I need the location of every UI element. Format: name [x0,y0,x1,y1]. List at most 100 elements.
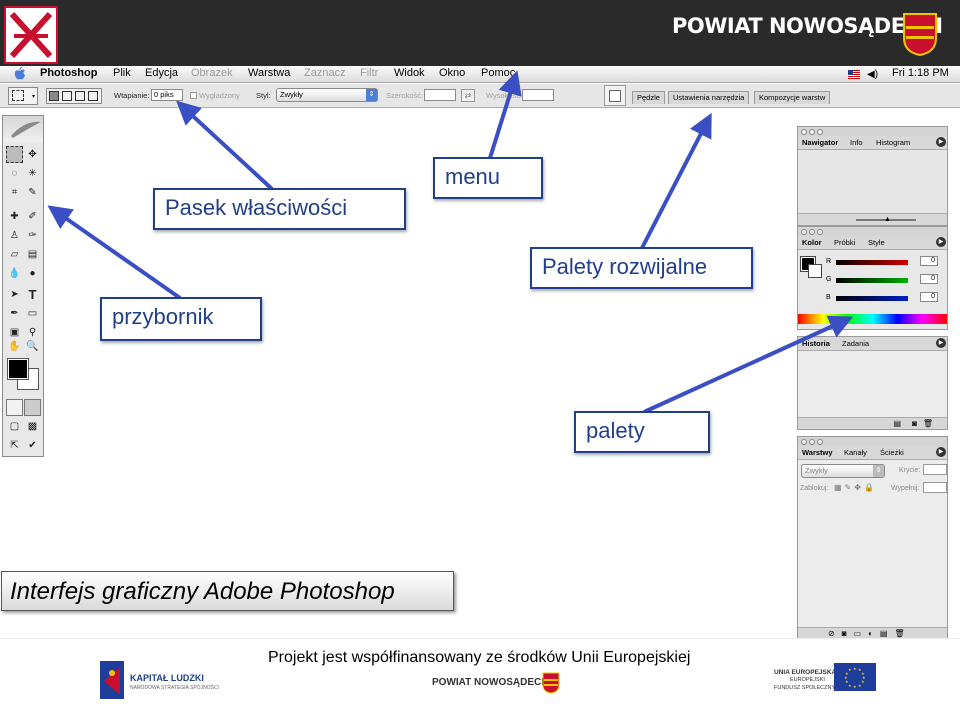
style-select[interactable]: Zwykły ⇕ [276,88,378,102]
channel-r-slider[interactable] [836,260,908,265]
palette-well-icon[interactable] [604,85,626,106]
screen-mode-icon[interactable]: ▢ [6,418,23,435]
type-tool-icon[interactable]: T [24,286,41,303]
eraser-icon[interactable]: ▱ [6,246,23,263]
gradient-icon[interactable]: ▤ [24,246,41,263]
color-spectrum-bar[interactable] [798,314,947,324]
clone-stamp-icon[interactable]: ♙ [6,227,23,244]
zoom-tool-icon[interactable]: 🔍 [24,338,41,355]
tab-kompozycje-warstw[interactable]: Kompozycje warstw [754,91,831,104]
zoom-slider[interactable]: ▲ [798,213,947,225]
tab-nawigator[interactable]: Nawigator [802,138,838,147]
channel-g-label: G [826,276,832,283]
menu-clock[interactable]: Fri 1:18 PM [892,67,949,79]
opacity-input[interactable] [923,464,947,475]
menu-photoshop[interactable]: Photoshop [40,67,97,79]
menu-plik[interactable]: Plik [113,67,131,79]
quickmask-mode-icon[interactable] [24,399,41,416]
tab-sciezki[interactable]: Ścieżki [880,448,904,457]
pen-tool-icon[interactable]: ✒ [6,305,23,322]
standard-mode-icon[interactable] [6,399,23,416]
palette-menu-icon[interactable]: ▶ [936,137,946,147]
healing-brush-icon[interactable]: ✚ [6,208,23,225]
lock-icons[interactable]: ▦✎✥🔒 [834,483,877,492]
magic-wand-icon[interactable]: ✳ [24,165,41,182]
width-input[interactable] [424,89,456,101]
antialias-label: Wygładzony [199,91,240,100]
menu-zaznacz[interactable]: Zaznacz [304,67,346,79]
channel-r-input[interactable]: 0 [920,256,938,266]
fill-input[interactable] [923,482,947,493]
selection-mode-buttons[interactable] [46,88,102,104]
antialias-checkbox[interactable] [190,92,197,99]
tab-info[interactable]: Info [850,138,863,147]
palette-titlebar[interactable] [798,437,947,446]
style-label: Styl: [256,91,271,100]
menu-widok[interactable]: Widok [394,67,425,79]
layer-action-icons[interactable]: ⊘◙▭◐▤🗑 [828,629,912,638]
tab-probki[interactable]: Próbki [834,238,855,247]
move-tool-icon[interactable]: ✥ [24,146,41,163]
feather-input[interactable]: 0 piks [151,89,183,101]
tab-pedzle[interactable]: Pędzle [632,91,665,104]
history-brush-icon[interactable]: ✑ [24,227,41,244]
menu-warstwa[interactable]: Warstwa [248,67,290,79]
tab-warstwy[interactable]: Warstwy [802,448,833,457]
school-logo [4,6,58,64]
palette-menu-icon[interactable]: ▶ [936,447,946,457]
svg-text:★: ★ [861,679,865,684]
crest-icon [542,672,560,694]
dodge-tool-icon[interactable]: ● [24,265,41,282]
apple-icon[interactable] [14,67,26,81]
blur-tool-icon[interactable]: 💧 [6,265,23,282]
tab-ustawienia-narzedzia[interactable]: Ustawienia narzędzia [668,91,750,104]
foreground-color-swatch[interactable] [7,358,29,380]
marquee-tool-icon[interactable] [6,146,23,163]
palette-titlebar[interactable] [798,227,947,236]
menu-edycja[interactable]: Edycja [145,67,178,79]
speaker-icon[interactable]: ◀) [867,69,878,80]
palette-menu-icon[interactable]: ▶ [936,338,946,348]
trash-icon[interactable]: 🗑 [923,419,933,428]
channel-g-slider[interactable] [836,278,908,283]
ue-label-1: UNIA EUROPEJSKA [774,669,837,676]
path-select-icon[interactable]: ➤ [6,286,23,303]
brush-tool-icon[interactable]: ✐ [24,208,41,225]
jump-to-imageready-icon[interactable]: ⇱ [6,437,23,454]
menu-pomoc[interactable]: Pomoc [481,67,515,79]
lasso-tool-icon[interactable]: ◌ [6,165,23,182]
tab-histogram[interactable]: Histogram [876,138,910,147]
palette-titlebar[interactable] [798,127,947,136]
menu-filtr[interactable]: Filtr [360,67,378,79]
checkmark-icon[interactable]: ✔ [24,437,41,454]
kl-title: KAPITAŁ LUDZKI [130,673,204,683]
slice-tool-icon[interactable]: ✎ [24,184,41,201]
channel-b-slider[interactable] [836,296,908,301]
shape-tool-icon[interactable]: ▭ [24,305,41,322]
channel-b-input[interactable]: 0 [920,292,938,302]
tab-kanaly[interactable]: Kanały [844,448,867,457]
tab-kolor[interactable]: Kolor [802,238,822,247]
callout-dropdown-palettes: Palety rozwijalne [530,247,753,289]
fullscreen-mode-icon[interactable]: ▩ [24,418,41,435]
tab-style[interactable]: Style [868,238,885,247]
tab-zadania[interactable]: Zadania [842,339,869,348]
height-input[interactable] [522,89,554,101]
svg-text:★: ★ [848,667,852,672]
history-actions[interactable]: ▤ ◙ 🗑 [798,417,947,429]
hand-tool-icon[interactable]: ✋ [6,338,23,355]
snapshot-icon[interactable]: ◙ [912,419,917,428]
new-document-icon[interactable]: ▤ [893,419,901,428]
slide-caption: Interfejs graficzny Adobe Photoshop [1,571,454,611]
tab-historia[interactable]: Historia [802,339,830,348]
color-bg-swatch[interactable] [808,264,822,278]
menu-obrazek[interactable]: Obrazek [191,67,233,79]
palette-menu-icon[interactable]: ▶ [936,237,946,247]
swap-dimensions-icon[interactable]: ⇄ [461,89,475,102]
us-flag-icon[interactable] [848,70,860,79]
channel-g-input[interactable]: 0 [920,274,938,284]
tool-preset-picker[interactable]: ▾ [8,87,38,105]
crop-tool-icon[interactable]: ⌗ [6,184,23,201]
menu-okno[interactable]: Okno [439,67,465,79]
blend-mode-select[interactable]: Zwykły ⇕ [801,464,885,478]
